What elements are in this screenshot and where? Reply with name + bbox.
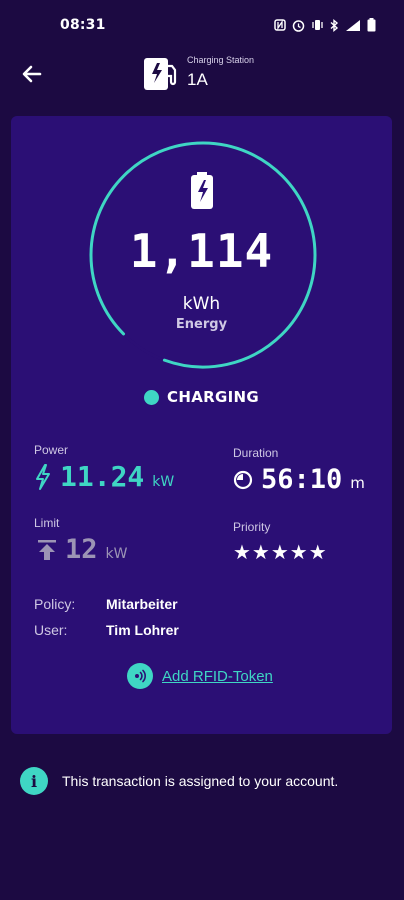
arrow-left-icon [22, 65, 42, 83]
add-rfid-token-label: Add RFID-Token [162, 667, 273, 685]
power-value: 11.24 [60, 460, 145, 493]
back-button[interactable] [18, 60, 46, 88]
upload-limit-icon [38, 539, 56, 560]
duration-unit: m [350, 474, 365, 492]
status-time: 08:31 [60, 17, 106, 33]
energy-value: 1,114 [129, 224, 274, 278]
account-notice: i This transaction is assigned to your a… [20, 767, 338, 795]
limit-value: 12 [65, 534, 98, 565]
ev-charger-icon [142, 54, 178, 92]
info-icon: i [20, 767, 48, 795]
policy-label: Policy: [34, 596, 76, 612]
duration-value: 56:10 [261, 464, 343, 495]
timer-icon [233, 470, 253, 489]
user-value: Tim Lohrer [106, 622, 179, 638]
charging-session-card: 1,114 kWh Energy CHARGING Power 11.24 kW… [11, 116, 392, 734]
status-text: CHARGING [167, 388, 259, 406]
status-bar: 08:31 [0, 0, 404, 52]
app-header: Charging Station 1A [0, 48, 404, 100]
duration-stat: 56:10 m [233, 464, 365, 495]
duration-label: Duration [233, 446, 279, 460]
status-dot [144, 389, 160, 405]
priority-label: Priority [233, 520, 271, 534]
energy-label: Energy [175, 317, 228, 332]
battery-icon [367, 18, 376, 35]
add-rfid-token-link[interactable]: Add RFID-Token [127, 663, 273, 689]
limit-stat: 12 kW [37, 534, 127, 565]
power-unit: kW [152, 474, 175, 490]
power-label: Power [34, 443, 69, 457]
energy-unit: kWh [182, 294, 221, 314]
charging-status: CHARGING [11, 388, 392, 406]
battery-charging-icon [190, 172, 214, 210]
user-label: User: [34, 622, 68, 638]
alarm-icon [292, 19, 305, 35]
notice-text: This transaction is assigned to your acc… [62, 773, 339, 789]
station-name: 1A [187, 70, 208, 89]
priority-stars: ★★★★★ [233, 540, 328, 564]
limit-unit: kW [105, 546, 128, 562]
nfc-icon [274, 19, 286, 34]
policy-value: Mitarbeiter [106, 596, 178, 612]
nfc-icon [127, 663, 153, 689]
vibrate-icon [311, 19, 324, 34]
status-icons [274, 18, 376, 35]
signal-icon [345, 19, 361, 35]
power-stat: 11.24 kW [34, 460, 174, 493]
bolt-icon [36, 463, 50, 490]
station-caption: Charging Station [187, 55, 255, 65]
limit-label: Limit [34, 516, 60, 530]
bluetooth-icon [330, 18, 339, 35]
